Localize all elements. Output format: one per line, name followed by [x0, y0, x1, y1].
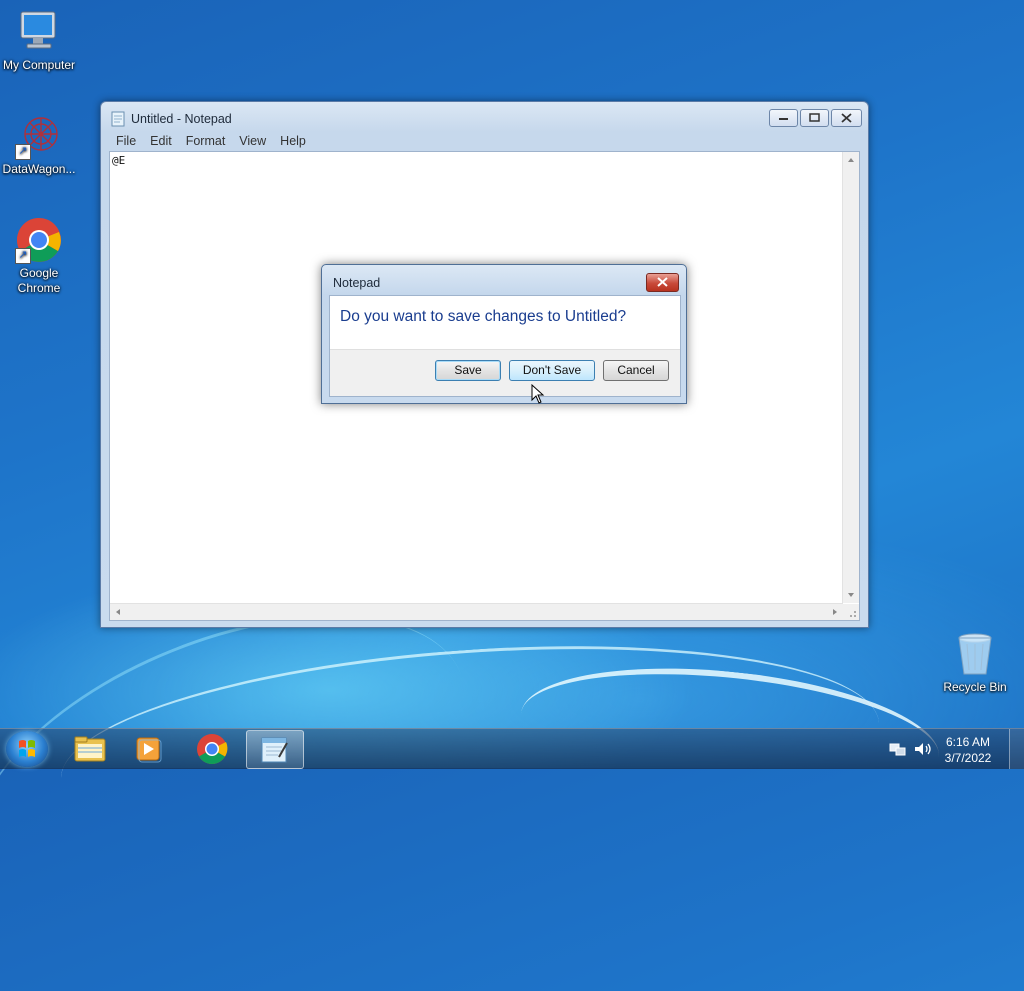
dont-save-button[interactable]: Don't Save — [509, 360, 595, 381]
close-icon — [841, 113, 852, 123]
menu-view[interactable]: View — [232, 132, 273, 150]
vertical-scrollbar[interactable] — [842, 152, 859, 603]
scroll-left-arrow-icon — [116, 609, 120, 615]
taskbar: 6:16 AM 3/7/2022 — [0, 728, 1024, 769]
desktop-icon-label: Recycle Bin — [943, 680, 1007, 694]
desktop-icon-google-chrome[interactable]: ↗ Google Chrome — [0, 216, 79, 296]
menu-edit[interactable]: Edit — [143, 132, 179, 150]
size-grip-icon[interactable] — [843, 604, 859, 620]
minimize-icon — [779, 118, 788, 120]
save-changes-dialog[interactable]: Notepad Do you want to save changes to U… — [321, 264, 687, 404]
menu-help[interactable]: Help — [273, 132, 313, 150]
shortcut-arrow-icon: ↗ — [15, 248, 31, 264]
taskbar-notepad[interactable] — [246, 730, 304, 769]
dialog-button-row: Save Don't Save Cancel — [330, 349, 680, 396]
window-title: Untitled - Notepad — [131, 112, 232, 126]
scroll-up-arrow-icon — [848, 158, 854, 162]
volume-icon[interactable] — [913, 741, 933, 757]
restore-button[interactable] — [800, 109, 829, 127]
explorer-icon — [74, 736, 106, 762]
shortcut-arrow-icon: ↗ — [15, 144, 31, 160]
dialog-close-button[interactable] — [646, 273, 679, 292]
dialog-message: Do you want to save changes to Untitled? — [340, 308, 627, 325]
desktop-icon-label: Google Chrome — [17, 266, 61, 295]
desktop-icon-my-computer[interactable]: My Computer — [0, 8, 79, 73]
taskbar-explorer[interactable] — [62, 730, 118, 767]
show-desktop-button[interactable] — [1009, 729, 1024, 769]
chrome-icon: ↗ — [15, 216, 63, 264]
datawagon-icon: ↗ — [15, 112, 63, 160]
taskbar-media-player[interactable] — [122, 730, 178, 767]
computer-icon — [15, 8, 63, 56]
menu-file[interactable]: File — [109, 132, 143, 150]
desktop-icon-datawagon[interactable]: ↗ DataWagon... — [0, 112, 79, 177]
network-icon[interactable] — [889, 741, 907, 757]
windows-logo-icon — [19, 740, 35, 757]
menu-format[interactable]: Format — [179, 132, 233, 150]
desktop-icon-recycle-bin[interactable]: Recycle Bin — [935, 630, 1015, 695]
system-clock[interactable]: 6:16 AM 3/7/2022 — [938, 734, 998, 766]
scroll-down-arrow-icon — [848, 593, 854, 597]
dialog-body: Do you want to save changes to Untitled?… — [329, 295, 681, 397]
editor-content: @E — [112, 154, 126, 167]
horizontal-scrollbar[interactable] — [110, 603, 843, 620]
minimize-button[interactable] — [769, 109, 798, 127]
dialog-title: Notepad — [333, 276, 381, 290]
recycle-bin-icon — [951, 630, 999, 678]
close-button[interactable] — [831, 109, 862, 127]
caption-buttons — [769, 109, 862, 127]
clock-date: 3/7/2022 — [944, 751, 992, 765]
media-player-icon — [136, 737, 162, 763]
taskbar-chrome[interactable] — [184, 730, 240, 767]
desktop-icon-label: My Computer — [2, 58, 76, 72]
restore-icon — [809, 113, 820, 122]
menu-bar: File Edit Format View Help — [109, 132, 313, 150]
scroll-right-arrow-icon — [833, 609, 837, 615]
save-button[interactable]: Save — [435, 360, 501, 381]
start-button[interactable] — [6, 731, 48, 767]
close-icon — [657, 277, 668, 287]
clock-time: 6:16 AM — [945, 735, 991, 749]
notepad-icon — [261, 737, 288, 763]
cancel-button[interactable]: Cancel — [603, 360, 669, 381]
desktop-icon-label: DataWagon... — [2, 162, 76, 176]
notepad-icon — [111, 111, 125, 127]
chrome-icon — [197, 734, 228, 765]
mouse-cursor-icon — [531, 384, 545, 404]
